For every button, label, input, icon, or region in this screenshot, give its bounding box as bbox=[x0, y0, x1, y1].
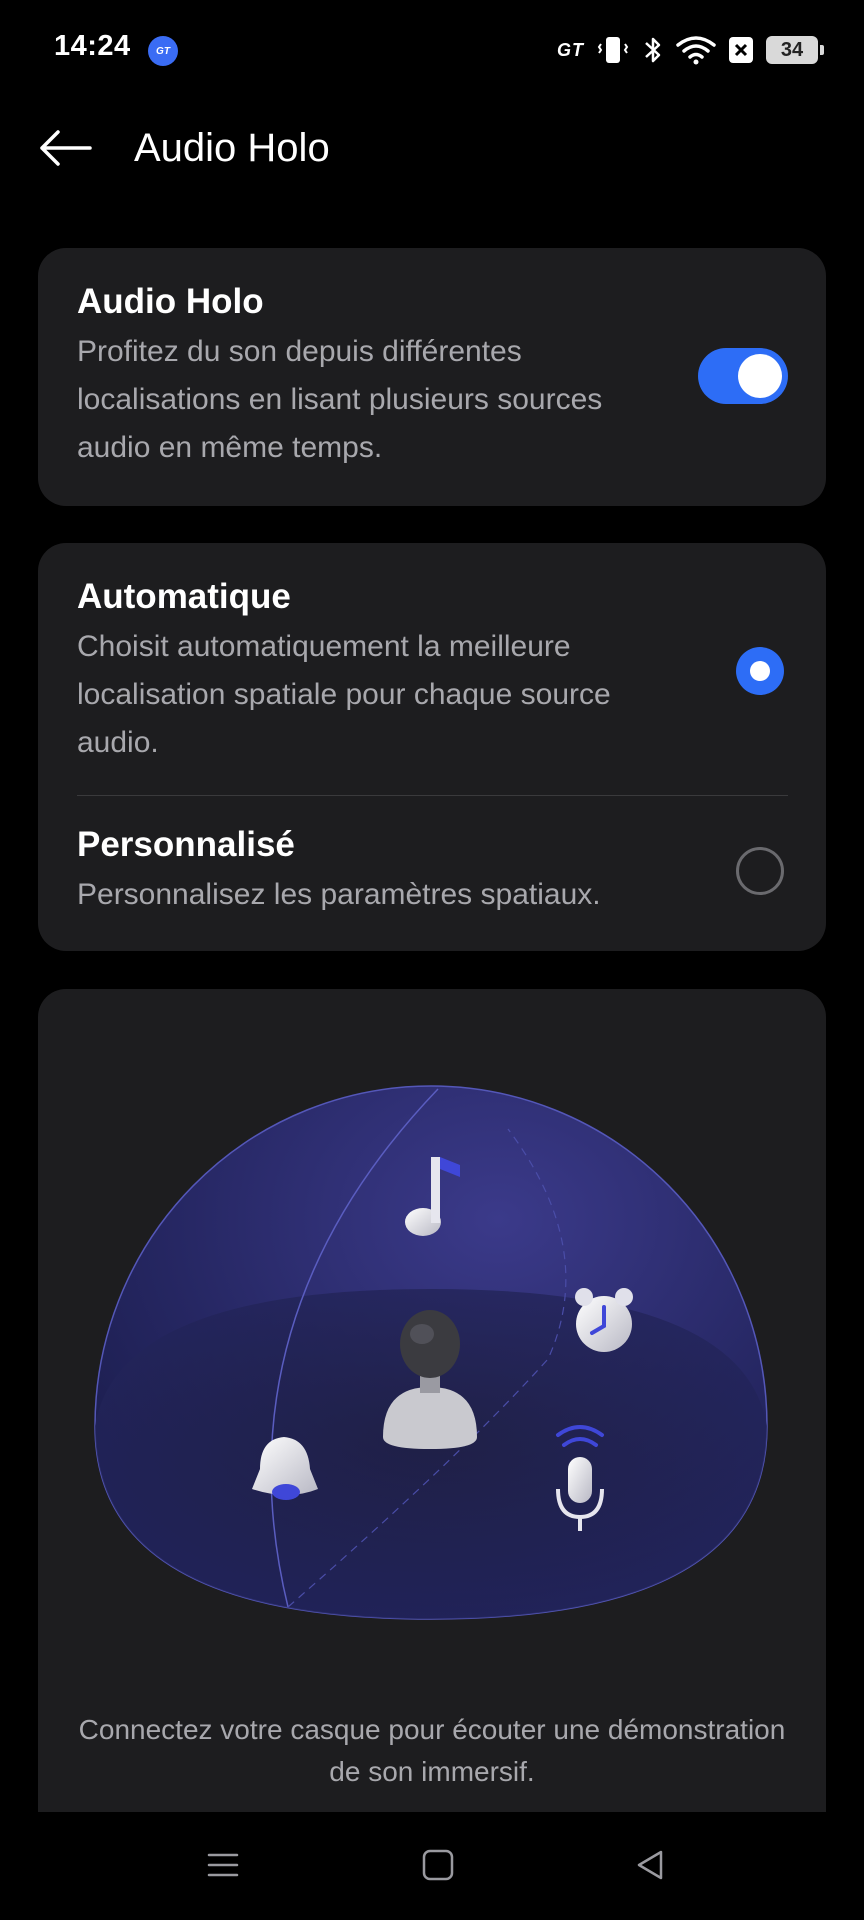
battery-icon: 34 bbox=[766, 36, 824, 64]
mode-automatic-description: Choisit automatiquement la meilleure loc… bbox=[77, 630, 611, 759]
alarm-clock-icon bbox=[575, 1288, 633, 1352]
header: Audio Holo bbox=[0, 100, 864, 200]
status-time: 14:24 bbox=[54, 30, 131, 62]
audio-holo-title: Audio Holo bbox=[77, 282, 264, 321]
gt-badge-icon: GT bbox=[148, 36, 178, 66]
radio-custom[interactable] bbox=[736, 847, 784, 895]
status-bar: 14:24 GT GT 34 bbox=[0, 0, 864, 100]
audio-holo-description: Profitez du son depuis différentes local… bbox=[77, 335, 603, 464]
home-button[interactable] bbox=[408, 1840, 468, 1894]
mode-option-automatic[interactable]: Automatique Choisit automatiquement la m… bbox=[77, 575, 826, 767]
radio-automatic[interactable] bbox=[736, 647, 784, 695]
bluetooth-icon bbox=[642, 35, 664, 65]
home-icon bbox=[421, 1848, 455, 1887]
mode-custom-description: Personnalisez les paramètres spatiaux. bbox=[77, 878, 601, 911]
navigation-bar bbox=[0, 1812, 864, 1920]
sound-dome-illustration bbox=[94, 1085, 768, 1620]
back-button[interactable] bbox=[34, 120, 96, 180]
menu-button[interactable] bbox=[193, 1840, 253, 1894]
spatial-mode-card: Automatique Choisit automatiquement la m… bbox=[38, 543, 826, 951]
audio-holo-toggle[interactable] bbox=[698, 348, 788, 404]
arrow-left-icon bbox=[38, 128, 92, 173]
menu-icon bbox=[206, 1850, 240, 1885]
divider bbox=[77, 795, 788, 796]
back-triangle-icon bbox=[633, 1848, 667, 1887]
gt-logo-icon: GT bbox=[557, 39, 584, 60]
no-sim-icon bbox=[728, 35, 754, 65]
audio-holo-card: Audio Holo Profitez du son depuis différ… bbox=[38, 248, 826, 506]
system-back-button[interactable] bbox=[620, 1840, 680, 1894]
immersive-demo-card: Connectez votre casque pour écouter une … bbox=[38, 989, 826, 1859]
toggle-knob bbox=[738, 354, 782, 398]
vibrate-icon bbox=[596, 35, 630, 65]
wifi-icon bbox=[676, 35, 716, 65]
mode-automatic-title: Automatique bbox=[77, 577, 291, 616]
battery-level: 34 bbox=[780, 38, 804, 61]
page-title: Audio Holo bbox=[134, 126, 330, 170]
status-icons: GT 34 bbox=[557, 32, 824, 68]
mode-custom-title: Personnalisé bbox=[77, 825, 295, 864]
mode-option-custom[interactable]: Personnalisé Personnalisez les paramètre… bbox=[77, 823, 826, 919]
demo-caption: Connectez votre casque pour écouter une … bbox=[78, 1714, 786, 1787]
